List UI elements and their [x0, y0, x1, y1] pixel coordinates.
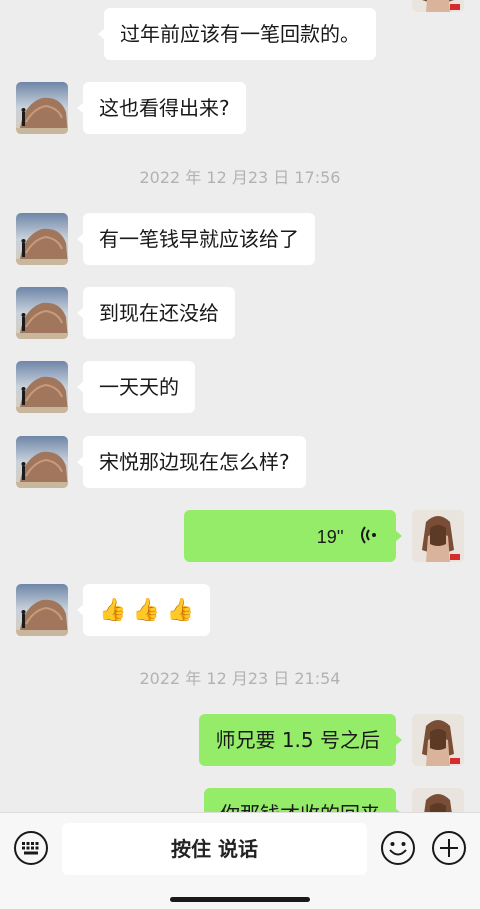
- avatar[interactable]: [16, 213, 68, 265]
- avatar[interactable]: [412, 714, 464, 766]
- thumbs-up-icon: 👍: [166, 598, 194, 623]
- message-bubble[interactable]: 有一笔钱早就应该给了: [77, 213, 315, 265]
- message-row: 👍 👍 👍: [0, 584, 480, 636]
- avatar[interactable]: [412, 788, 464, 812]
- plus-icon[interactable]: [431, 830, 467, 866]
- input-bar: 按住 说话: [0, 812, 480, 909]
- message-bubble[interactable]: 师兄要 1.5 号之后: [199, 714, 402, 766]
- avatar[interactable]: [16, 584, 68, 636]
- message-bubble[interactable]: 一天天的: [77, 361, 195, 413]
- message-bubble[interactable]: 到现在还没给: [77, 287, 235, 339]
- avatar[interactable]: [412, 510, 464, 562]
- chat-message-area[interactable]: 过年前应该有一笔回款的。 这也看得出来? 2022 年 12 月23 日 17:…: [0, 0, 480, 812]
- emoji-message-bubble[interactable]: 👍 👍 👍: [77, 584, 210, 636]
- message-row: 有一笔钱早就应该给了: [0, 213, 480, 265]
- thumbs-up-icon: 👍: [99, 598, 127, 623]
- message-row: 师兄要 1.5 号之后: [0, 714, 480, 766]
- message-row: 19'': [0, 510, 480, 562]
- hold-to-talk-button[interactable]: 按住 说话: [62, 823, 367, 875]
- message-row: 这也看得出来?: [0, 82, 480, 134]
- message-row: 宋悦那边现在怎么样?: [0, 436, 480, 488]
- avatar[interactable]: [16, 436, 68, 488]
- message-row: 过年前应该有一笔回款的。: [0, 0, 480, 60]
- message-bubble[interactable]: 过年前应该有一笔回款的。: [98, 8, 376, 60]
- voice-wave-icon: [360, 512, 378, 564]
- keyboard-icon[interactable]: [13, 830, 49, 866]
- smiley-icon[interactable]: [380, 830, 416, 866]
- timestamp: 2022 年 12 月23 日 21:54: [139, 669, 341, 688]
- message-bubble[interactable]: 宋悦那边现在怎么样?: [77, 436, 306, 488]
- message-row: 到现在还没给: [0, 287, 480, 339]
- avatar[interactable]: [16, 361, 68, 413]
- message-bubble[interactable]: 这也看得出来?: [77, 82, 246, 134]
- message-row: 你那钱才收的回来: [0, 788, 480, 812]
- message-bubble[interactable]: 你那钱才收的回来: [204, 788, 402, 812]
- avatar[interactable]: [412, 0, 464, 12]
- voice-duration: 19'': [316, 527, 344, 547]
- thumbs-up-icon: 👍: [132, 598, 161, 623]
- timestamp: 2022 年 12 月23 日 17:56: [139, 168, 341, 187]
- voice-message-bubble[interactable]: 19'': [184, 510, 402, 564]
- avatar[interactable]: [16, 82, 68, 134]
- home-indicator: [170, 897, 310, 902]
- message-row: 一天天的: [0, 361, 480, 413]
- avatar[interactable]: [16, 287, 68, 339]
